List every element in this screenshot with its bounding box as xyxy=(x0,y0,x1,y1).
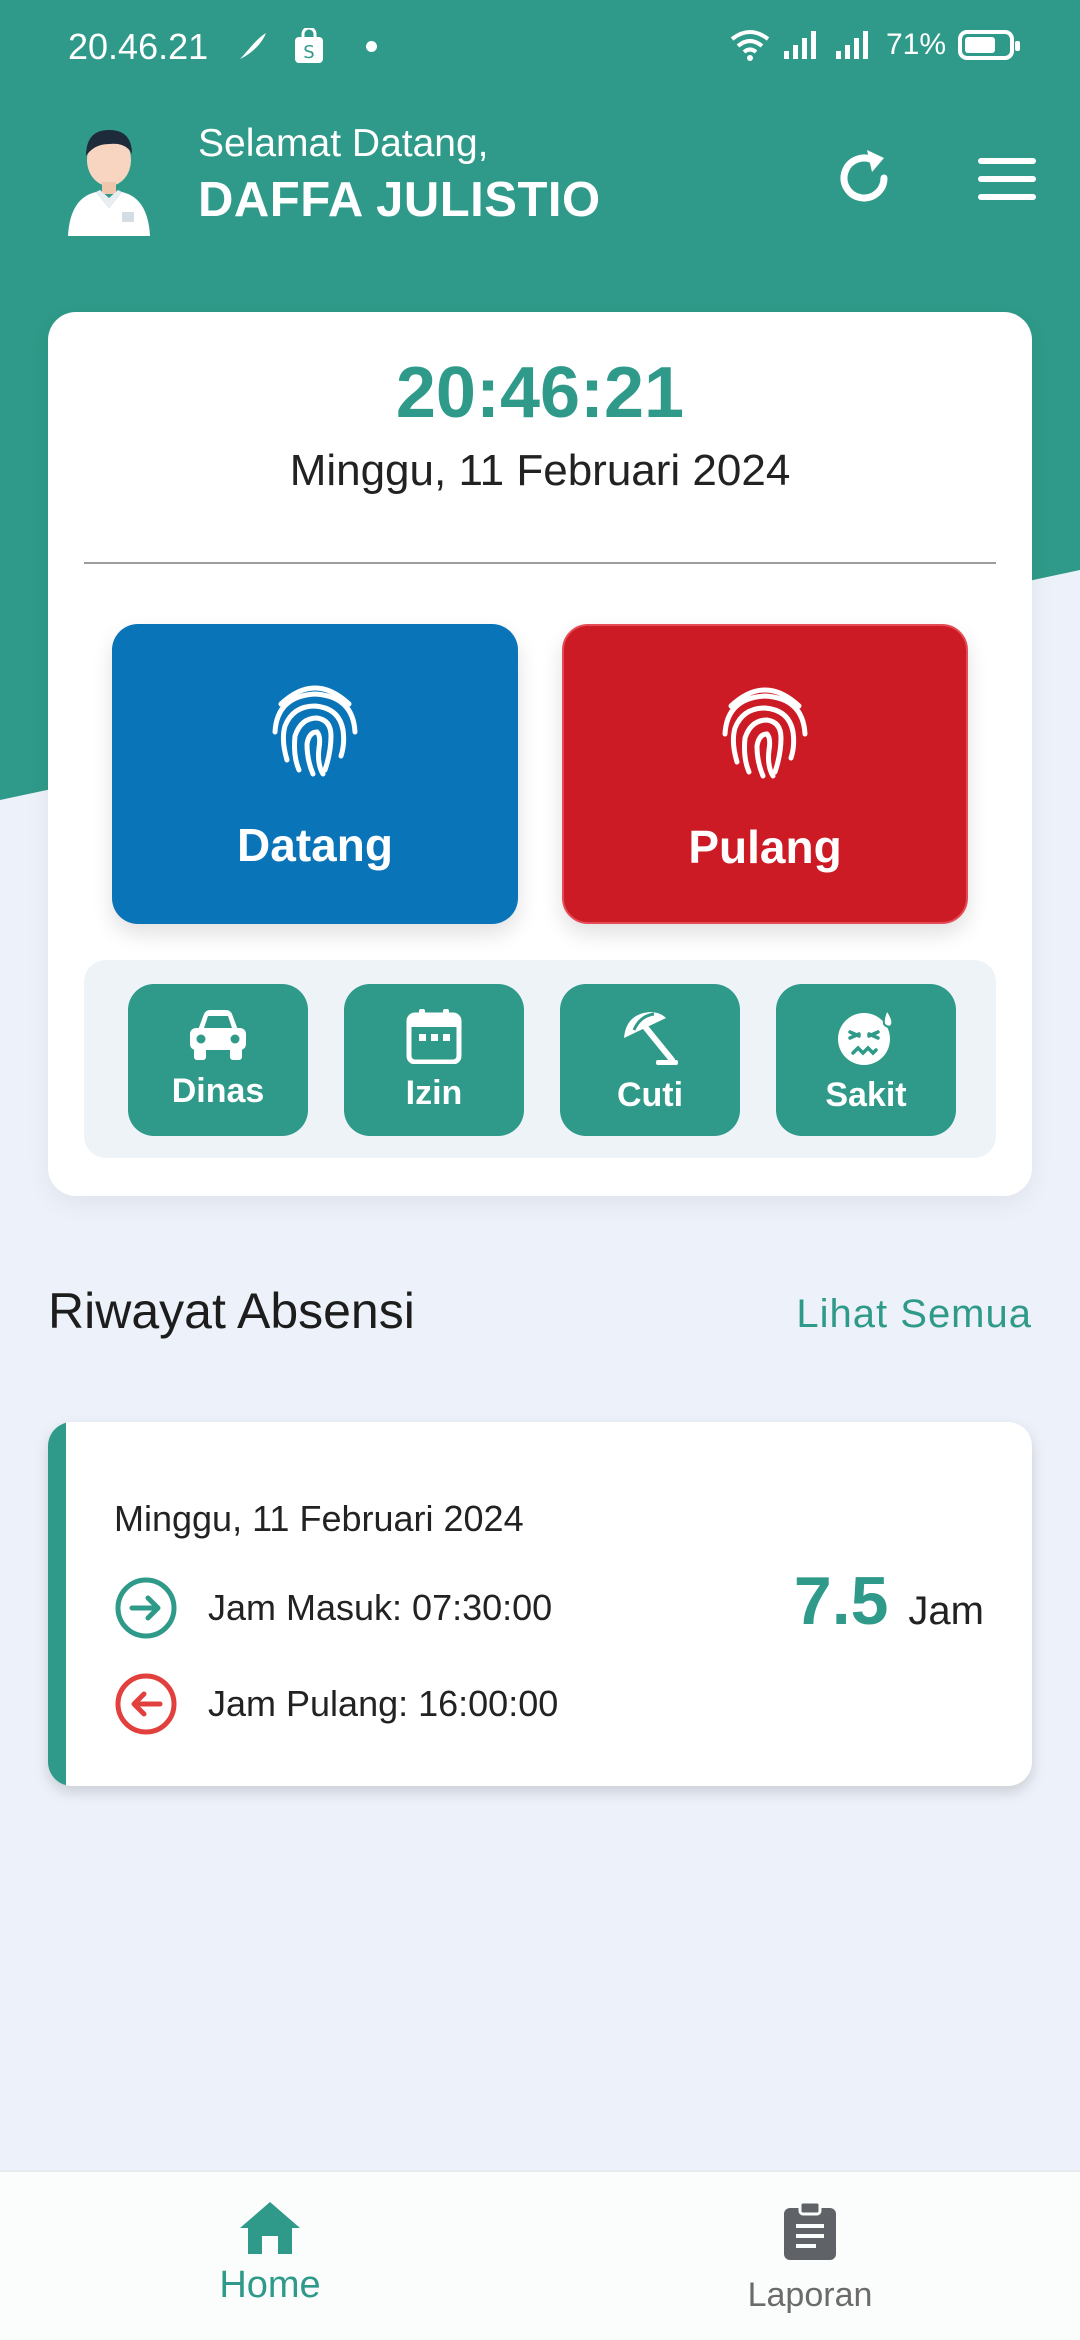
izin-button[interactable]: Izin xyxy=(344,984,524,1136)
current-time: 20:46:21 xyxy=(395,353,685,433)
history-accent-bar xyxy=(48,1422,66,1786)
system-indicators: 71% xyxy=(730,28,1020,62)
home-icon xyxy=(240,2202,300,2254)
wifi-icon xyxy=(730,30,770,61)
fingerprint-icon xyxy=(272,685,358,777)
beach-umbrella-icon xyxy=(624,1012,678,1065)
greeting-block: Selamat Datang, DAFFA JULISTIO xyxy=(198,122,601,228)
status-time: 20.46.21 xyxy=(68,26,209,67)
cuti-label: Cuti xyxy=(616,1076,684,1114)
battery-level xyxy=(965,37,995,53)
svg-text:S: S xyxy=(303,42,314,63)
pulang-label: Pulang xyxy=(688,821,842,873)
bottom-navigation: Home Laporan xyxy=(0,2170,1080,2340)
check-out-time: Jam Pulang: 16:00:00 xyxy=(208,1683,559,1724)
sakit-button[interactable]: Sakit xyxy=(776,984,956,1136)
hours-value: 7.5 xyxy=(793,1563,889,1639)
dinas-button[interactable]: Dinas xyxy=(128,984,308,1136)
hamburger-menu-icon[interactable] xyxy=(978,158,1036,200)
clipboard-icon xyxy=(784,2200,836,2260)
fingerprint-icon xyxy=(722,687,808,779)
attendance-card: 20:46:21 Minggu, 11 Februari 2024 Datang xyxy=(48,312,1032,1196)
check-in-row: Jam Masuk: 07:30:00 xyxy=(114,1576,552,1640)
notification-dot xyxy=(366,40,377,52)
car-icon xyxy=(190,1010,246,1060)
status-bar: 20.46.21 S 71% xyxy=(0,0,1080,96)
nav-home-label: Home xyxy=(219,2264,321,2306)
greeting-text: Selamat Datang, xyxy=(198,122,489,165)
battery-percent: 71% xyxy=(885,28,946,61)
current-date: Minggu, 11 Februari 2024 xyxy=(289,446,791,495)
izin-label: Izin xyxy=(405,1074,463,1112)
pulang-button[interactable]: Pulang xyxy=(562,624,968,924)
nav-laporan[interactable]: Laporan xyxy=(660,2200,960,2315)
cuti-button[interactable]: Cuti xyxy=(560,984,740,1136)
see-all-link[interactable]: Lihat Semua xyxy=(796,1292,1032,1337)
check-out-row: Jam Pulang: 16:00:00 xyxy=(114,1672,558,1736)
nav-home[interactable]: Home xyxy=(120,2200,420,2307)
notification-icons: S xyxy=(236,28,377,64)
sick-face-icon xyxy=(838,1008,894,1065)
shopping-bag-icon: S xyxy=(295,28,323,63)
calendar-icon xyxy=(406,1009,462,1064)
arrow-right-circle-icon xyxy=(115,1577,177,1639)
hours-unit: Jam xyxy=(908,1589,984,1633)
nav-laporan-label: Laporan xyxy=(747,2276,873,2314)
datang-label: Datang xyxy=(237,819,393,871)
refresh-icon[interactable] xyxy=(834,148,894,208)
check-in-time: Jam Masuk: 07:30:00 xyxy=(208,1587,553,1628)
user-name: DAFFA JULISTIO xyxy=(198,173,601,227)
history-title: Riwayat Absensi xyxy=(48,1283,415,1339)
feather-icon xyxy=(240,33,266,59)
total-hours: 7.5 Jam xyxy=(794,1562,984,1640)
datang-button[interactable]: Datang xyxy=(112,624,518,924)
arrow-left-circle-icon xyxy=(115,1673,177,1735)
sakit-label: Sakit xyxy=(825,1076,907,1114)
history-card[interactable]: Minggu, 11 Februari 2024 Jam Masuk: 07:3… xyxy=(48,1422,1032,1786)
battery-icon xyxy=(958,30,1020,60)
divider xyxy=(84,562,996,564)
signal-icon-1 xyxy=(783,31,816,59)
history-date: Minggu, 11 Februari 2024 xyxy=(114,1498,524,1539)
avatar xyxy=(68,130,150,236)
quick-actions: Dinas Izin Cuti Sakit xyxy=(84,960,996,1158)
dinas-label: Dinas xyxy=(171,1072,265,1110)
signal-icon-2 xyxy=(835,31,868,59)
